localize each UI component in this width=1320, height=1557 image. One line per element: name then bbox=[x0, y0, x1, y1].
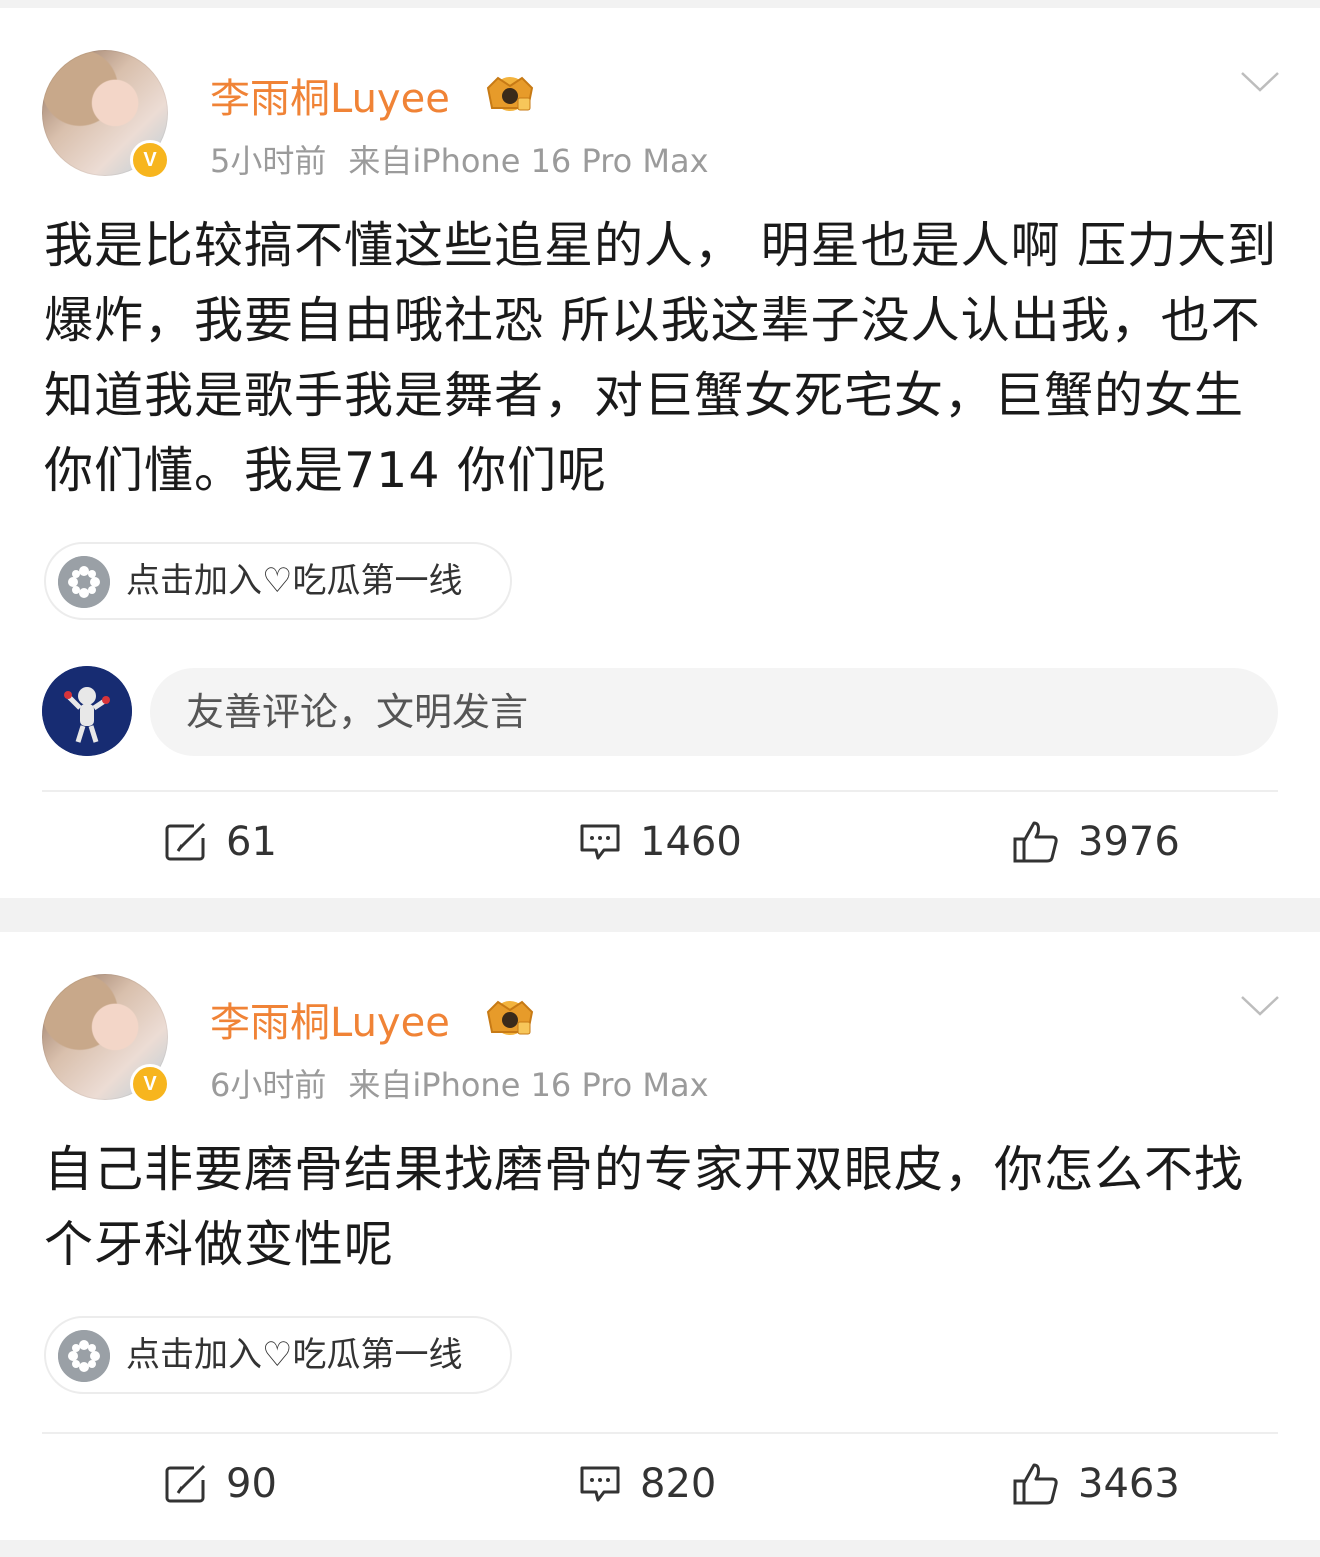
topic-label: 点击加入♡吃瓜第一线 bbox=[126, 1335, 463, 1375]
flower-icon bbox=[58, 1330, 110, 1382]
comment-icon bbox=[580, 824, 620, 860]
weibo-feed: V 李雨桐Luyee 5小时前 来自iPhone 16 Pro Max 我是比较搞… bbox=[0, 0, 1320, 1557]
post-source: 来自iPhone 16 Pro Max bbox=[348, 1066, 709, 1104]
like-count: 3976 bbox=[1078, 819, 1180, 865]
post-text: 我是比较搞不懂这些追星的人， 明星也是人啊 压力大到爆炸，我要自由哦社恐 所以我… bbox=[44, 217, 1278, 499]
post-text: 自己非要磨骨结果找磨骨的专家开双眼皮，你怎么不找个牙科做变性呢 bbox=[44, 1141, 1245, 1273]
comment-count: 820 bbox=[640, 1461, 717, 1507]
repost-button[interactable]: 61 bbox=[164, 792, 277, 892]
verified-icon: V bbox=[130, 140, 170, 180]
repost-icon bbox=[165, 1464, 206, 1503]
post-time: 5小时前 bbox=[210, 142, 327, 180]
crown-icon bbox=[486, 1000, 534, 1035]
post-card[interactable]: V 李雨桐Luyee 6小时前 来自iPhone 16 Pro Max 自己非要磨… bbox=[0, 932, 1320, 1540]
comment-placeholder: 友善评论，文明发言 bbox=[186, 690, 529, 734]
repost-count: 61 bbox=[226, 819, 277, 865]
comment-button[interactable]: 820 bbox=[578, 1434, 716, 1534]
like-count: 3463 bbox=[1078, 1461, 1180, 1507]
repost-button[interactable]: 90 bbox=[164, 1434, 277, 1534]
author-avatar[interactable]: V bbox=[42, 974, 170, 1104]
action-bar: 90 820 3463 bbox=[0, 1434, 1320, 1534]
topic-label: 点击加入♡吃瓜第一线 bbox=[126, 561, 463, 601]
post-source: 来自iPhone 16 Pro Max bbox=[348, 142, 709, 180]
chevron-down-icon[interactable] bbox=[1240, 70, 1280, 94]
comment-input[interactable]: 友善评论，文明发言 bbox=[150, 668, 1278, 756]
like-button[interactable]: 3463 bbox=[1012, 1434, 1180, 1534]
like-button[interactable]: 3976 bbox=[1012, 792, 1180, 892]
verified-icon: V bbox=[130, 1064, 170, 1104]
author-avatar[interactable]: V bbox=[42, 50, 170, 180]
action-bar: 61 1460 3976 bbox=[0, 792, 1320, 892]
post-meta: 5小时前 来自iPhone 16 Pro Max bbox=[210, 136, 709, 182]
comment-count: 1460 bbox=[640, 819, 742, 865]
topic-chip[interactable]: 点击加入♡吃瓜第一线 bbox=[44, 542, 512, 620]
flower-icon bbox=[58, 556, 110, 608]
repost-icon bbox=[165, 822, 206, 861]
commenter-avatar bbox=[42, 666, 132, 756]
author-name[interactable]: 李雨桐Luyee bbox=[210, 66, 450, 124]
post-time: 6小时前 bbox=[210, 1066, 327, 1104]
topic-chip[interactable]: 点击加入♡吃瓜第一线 bbox=[44, 1316, 512, 1394]
post-meta: 6小时前 来自iPhone 16 Pro Max bbox=[210, 1060, 709, 1106]
author-name[interactable]: 李雨桐Luyee bbox=[210, 990, 450, 1048]
thumbs-up-icon bbox=[1013, 1463, 1058, 1505]
crown-icon bbox=[486, 76, 534, 111]
chevron-down-icon[interactable] bbox=[1240, 994, 1280, 1018]
post-card[interactable]: V 李雨桐Luyee 5小时前 来自iPhone 16 Pro Max 我是比较搞… bbox=[0, 8, 1320, 898]
comment-button[interactable]: 1460 bbox=[578, 792, 742, 892]
repost-count: 90 bbox=[226, 1461, 277, 1507]
thumbs-up-icon bbox=[1013, 821, 1058, 863]
comment-icon bbox=[580, 1466, 620, 1502]
